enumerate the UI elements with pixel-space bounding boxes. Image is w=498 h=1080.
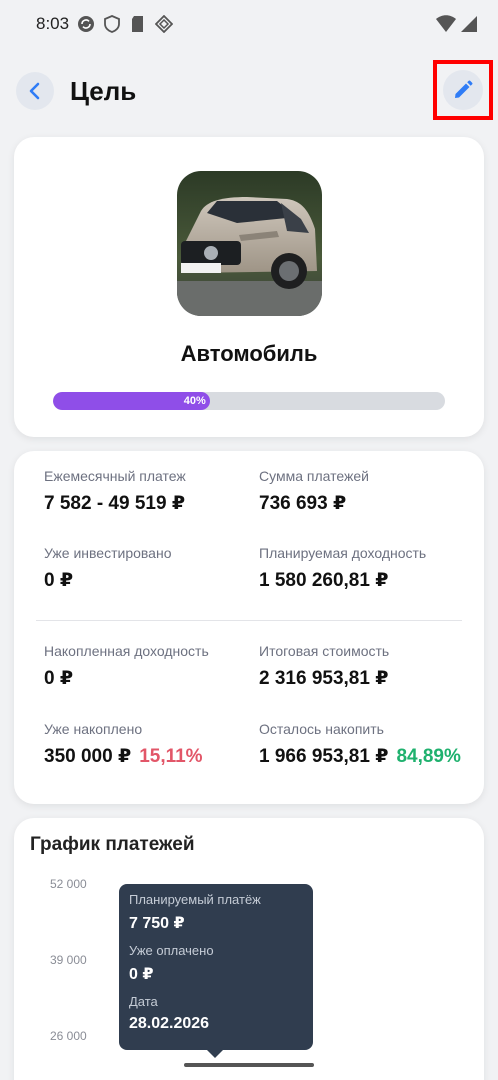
stat-planned-yield: Планируемая доходность 1 580 260,81 ₽ — [259, 545, 426, 592]
stat-total-cost: Итоговая стоимость 2 316 953,81 ₽ — [259, 643, 389, 690]
stat-value: 7 582 - 49 519 ₽ — [44, 493, 186, 514]
goal-image — [177, 171, 322, 316]
stat-monthly-payment: Ежемесячный платеж 7 582 - 49 519 ₽ — [44, 468, 186, 515]
stat-payments-sum: Сумма платежей 736 693 ₽ — [259, 468, 369, 515]
stat-value: 2 316 953,81 ₽ — [259, 668, 389, 689]
tooltip-date-value: 28.02.2026 — [129, 1015, 210, 1032]
chart-title: График платежей — [30, 834, 195, 855]
tooltip-planned-value: 7 750 ₽ — [129, 915, 185, 932]
stat-label: Накопленная доходность — [44, 643, 209, 659]
stat-amount: 350 000 ₽ — [44, 746, 132, 767]
stat-left-to-save: Осталось накопить 1 966 953,81 ₽ 84,89% — [259, 721, 461, 768]
goal-progress-bar: 40% — [53, 392, 445, 410]
edit-button[interactable] — [433, 60, 493, 120]
tooltip-planned-label: Планируемый платёж — [129, 892, 261, 907]
status-bar: 8:03 — [0, 0, 498, 48]
y-axis-tick: 39 000 — [50, 953, 87, 967]
stat-value: 0 ₽ — [44, 570, 74, 591]
edit-button-circle[interactable] — [443, 70, 483, 110]
stat-label: Ежемесячный платеж — [44, 468, 186, 484]
goal-progress-label: 40% — [183, 395, 206, 407]
goal-card: Автомобиль 40% — [14, 137, 484, 437]
stat-value: 0 ₽ — [44, 668, 74, 689]
tooltip-date-label: Дата — [129, 994, 158, 1009]
stat-value: 736 693 ₽ — [259, 493, 347, 514]
stat-value: 1 966 953,81 ₽ 84,89% — [259, 745, 461, 768]
chart-tooltip: Планируемый платёж 7 750 ₽ Уже оплачено … — [119, 884, 313, 1058]
car-illustration — [177, 171, 322, 316]
stat-label: Планируемая доходность — [259, 545, 427, 561]
y-axis-tick: 52 000 — [50, 877, 87, 891]
stat-accumulated-yield: Накопленная доходность 0 ₽ — [44, 643, 209, 690]
status-notification-icons — [77, 15, 174, 33]
back-button[interactable] — [16, 72, 54, 110]
status-system-icons — [436, 15, 478, 33]
stat-value: 350 000 ₽ 15,11% — [44, 745, 203, 768]
stat-label: Осталось накопить — [259, 721, 384, 737]
stat-label: Итоговая стоимость — [259, 643, 390, 659]
stat-value: 1 580 260,81 ₽ — [259, 570, 389, 591]
stat-percent-left: 84,89% — [396, 746, 461, 767]
goal-name: Автомобиль — [180, 341, 318, 366]
wifi-icon — [436, 15, 456, 32]
home-indicator[interactable] — [184, 1063, 314, 1067]
goal-stats-card: Ежемесячный платеж 7 582 - 49 519 ₽ Сумм… — [14, 451, 484, 804]
goal-progress-fill: 40% — [53, 392, 210, 410]
payment-chart-card: График платежей 52 000 39 000 26 000 Пла… — [14, 818, 484, 1080]
stat-label: Сумма платежей — [259, 468, 369, 484]
shield-icon — [104, 15, 120, 33]
signal-icon — [461, 16, 477, 32]
stat-already-invested: Уже инвестировано 0 ₽ — [44, 545, 171, 592]
status-time: 8:03 — [36, 14, 70, 33]
chevron-left-icon — [29, 82, 40, 100]
vpn-key-icon — [155, 15, 174, 33]
sync-icon — [78, 16, 95, 32]
stat-label: Уже накоплено — [44, 721, 143, 737]
stat-label: Уже инвестировано — [44, 545, 172, 561]
app-header: Цель — [0, 60, 498, 122]
stat-amount: 1 966 953,81 ₽ — [259, 746, 389, 767]
tooltip-paid-label: Уже оплачено — [129, 943, 214, 958]
stat-already-saved: Уже накоплено 350 000 ₽ 15,11% — [44, 721, 203, 768]
sd-card-icon — [132, 16, 144, 32]
page-title: Цель — [70, 75, 137, 106]
stat-percent-saved: 15,11% — [139, 746, 203, 767]
pencil-icon — [455, 80, 473, 98]
tooltip-paid-value: 0 ₽ — [129, 966, 154, 983]
stats-divider — [36, 620, 462, 621]
y-axis-tick: 26 000 — [50, 1029, 87, 1043]
